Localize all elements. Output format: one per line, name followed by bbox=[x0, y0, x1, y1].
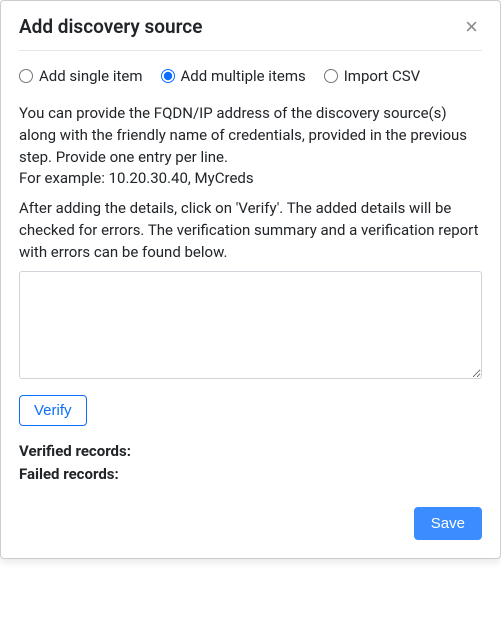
radio-option-single[interactable]: Add single item bbox=[19, 67, 143, 85]
failed-records-line: Failed records: bbox=[19, 463, 482, 486]
help-text-2: After adding the details, click on 'Veri… bbox=[19, 198, 482, 263]
add-discovery-source-modal: Add discovery source × Add single item A… bbox=[0, 0, 501, 559]
radio-label-import: Import CSV bbox=[344, 67, 421, 85]
help-text-1: You can provide the FQDN/IP address of t… bbox=[19, 103, 482, 190]
save-button[interactable]: Save bbox=[414, 507, 482, 540]
radio-multiple[interactable] bbox=[161, 69, 175, 83]
failed-records-label: Failed records: bbox=[19, 465, 119, 483]
radio-single[interactable] bbox=[19, 69, 33, 83]
radio-import[interactable] bbox=[324, 69, 338, 83]
verified-records-label: Verified records: bbox=[19, 442, 131, 460]
verify-button[interactable]: Verify bbox=[19, 395, 87, 426]
mode-radio-group: Add single item Add multiple items Impor… bbox=[19, 67, 482, 85]
modal-body: Add single item Add multiple items Impor… bbox=[1, 51, 500, 493]
radio-label-multiple: Add multiple items bbox=[181, 67, 306, 85]
sources-textarea[interactable] bbox=[19, 271, 482, 379]
verified-records-line: Verified records: bbox=[19, 440, 482, 463]
radio-label-single: Add single item bbox=[39, 67, 143, 85]
modal-footer: Save bbox=[1, 493, 500, 558]
radio-option-import[interactable]: Import CSV bbox=[324, 67, 421, 85]
modal-title: Add discovery source bbox=[19, 15, 202, 38]
modal-header: Add discovery source × bbox=[1, 1, 500, 50]
radio-option-multiple[interactable]: Add multiple items bbox=[161, 67, 306, 85]
close-button[interactable]: × bbox=[461, 16, 482, 38]
